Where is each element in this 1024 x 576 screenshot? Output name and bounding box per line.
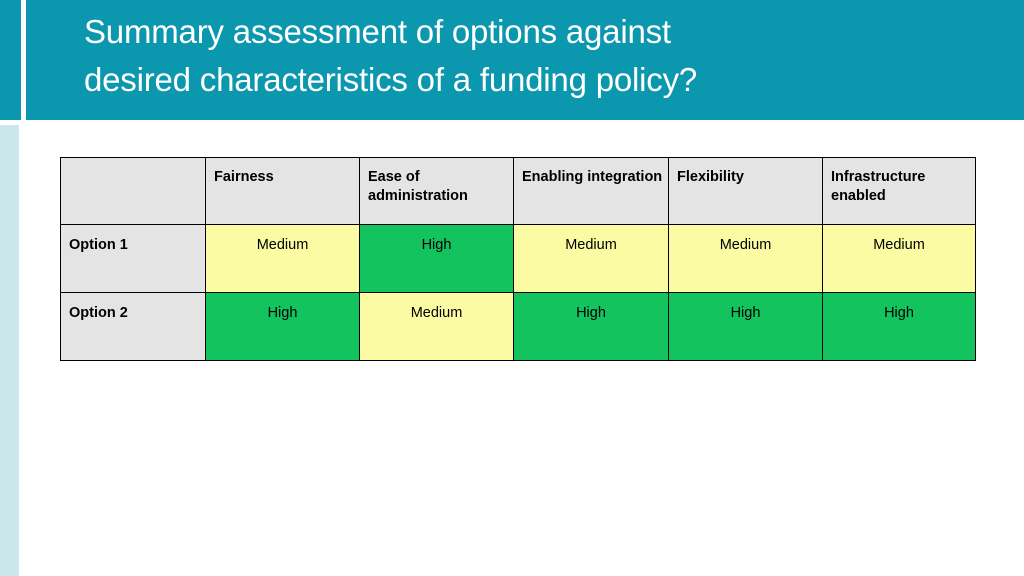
page-title: Summary assessment of options against de…	[84, 13, 698, 98]
cell-option-1-flexibility: Medium	[668, 224, 823, 293]
table-header-infrastructure-enabled: Infrastructure enabled	[822, 157, 976, 225]
left-accent-strip	[0, 125, 19, 576]
assessment-table: Fairness Ease of administration Enabling…	[60, 157, 976, 361]
cell-option-2-fairness: High	[205, 292, 360, 361]
cell-option-1-enabling-integration: Medium	[513, 224, 669, 293]
cell-option-2-flexibility: High	[668, 292, 823, 361]
table-header-flexibility: Flexibility	[668, 157, 823, 225]
cell-value: High	[576, 305, 606, 321]
cell-value: Medium	[873, 237, 925, 253]
row-header-option-2: Option 2	[60, 292, 206, 361]
row-header-option-1: Option 1	[60, 224, 206, 293]
table-header-enabling-integration: Enabling integration	[513, 157, 669, 225]
title-banner-accent-block	[0, 0, 21, 120]
cell-option-1-ease-of-administration: High	[359, 224, 514, 293]
table-header-fairness: Fairness	[205, 157, 360, 225]
table-header-label: Ease of administration	[368, 169, 468, 204]
cell-value: Medium	[256, 237, 309, 253]
table-corner-label	[61, 158, 205, 168]
row-label: Option 1	[69, 237, 128, 253]
row-label: Option 2	[69, 305, 128, 321]
table-header-label: Enabling integration	[522, 169, 663, 185]
table-header-ease-of-administration: Ease of administration	[359, 157, 514, 225]
table-header-row: Fairness Ease of administration Enabling…	[60, 157, 976, 225]
cell-value: High	[421, 237, 452, 253]
cell-value: Medium	[565, 237, 617, 253]
table-corner-cell	[60, 157, 206, 225]
table-header-label: Fairness	[214, 169, 274, 185]
cell-value: High	[730, 305, 761, 321]
cell-option-1-infrastructure-enabled: Medium	[822, 224, 976, 293]
table-header-label: Flexibility	[677, 169, 744, 185]
cell-option-2-ease-of-administration: Medium	[359, 292, 514, 361]
table-row: Option 1 Medium High Medium Medium Mediu…	[60, 224, 976, 293]
cell-value: Medium	[410, 305, 463, 321]
cell-option-1-fairness: Medium	[205, 224, 360, 293]
cell-value: Medium	[719, 237, 772, 253]
table-row: Option 2 High Medium High High High	[60, 292, 976, 361]
cell-option-2-infrastructure-enabled: High	[822, 292, 976, 361]
cell-value: High	[267, 305, 298, 321]
cell-value: High	[884, 305, 914, 321]
cell-option-2-enabling-integration: High	[513, 292, 669, 361]
table-header-label: Infrastructure enabled	[831, 169, 926, 204]
